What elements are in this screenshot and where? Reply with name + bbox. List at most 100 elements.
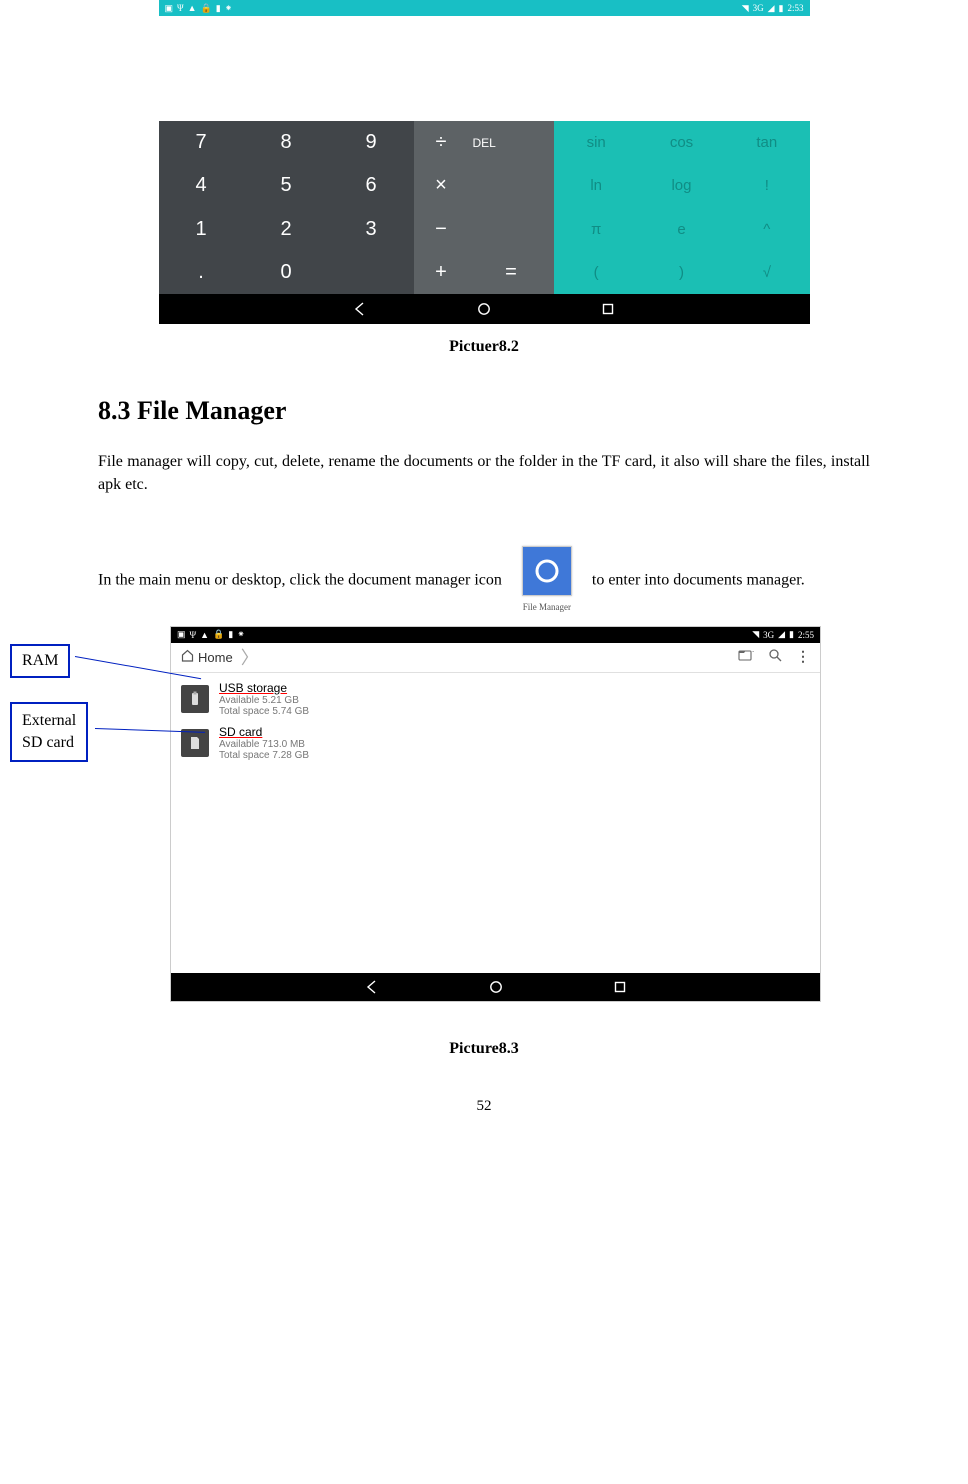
network-label: 3G [763,630,774,640]
callout-ram: RAM [10,644,70,678]
chevron-right-icon: 〉 [241,644,259,670]
clock-label: 2:55 [798,630,814,640]
fm-status-bar: ▣ Ψ ▲ 🔒 ▮ ⁕ ◥ 3G ◢ ▮ 2:55 [171,627,820,643]
key-lparen[interactable]: ( [554,251,639,294]
wifi-icon: ◥ [752,629,759,640]
operators-pad: ÷ DEL × − + = [414,121,554,294]
key-9[interactable]: 9 [329,121,414,164]
op-empty-1 [469,164,554,207]
key-empty [329,251,414,294]
key-pow[interactable]: ^ [724,208,809,251]
signal-icon: ◢ [768,3,775,14]
clock-label: 2:53 [787,3,803,13]
para2-post: to enter into documents manager. [592,572,805,589]
key-multiply[interactable]: × [414,164,469,207]
breadcrumb-home[interactable]: Home 〉 [181,644,259,670]
usb-total: Total space 5.74 GB [219,706,309,717]
usb-icon: Ψ [177,3,184,13]
key-2[interactable]: 2 [244,208,329,251]
calculator-keypad: 7 8 9 4 5 6 1 2 3 . 0 ÷ DEL × − + [159,121,810,294]
key-3[interactable]: 3 [329,208,414,251]
key-delete[interactable]: DEL [469,121,554,164]
figure-caption-2: Picture8.3 [0,1040,968,1058]
wifi-icon: ◥ [742,3,749,14]
debug-icon: ⁕ [225,3,233,14]
recents-icon[interactable] [601,302,615,316]
search-icon[interactable] [768,648,782,667]
fm-body: USB storage Available 5.21 GB Total spac… [171,673,820,973]
back-icon[interactable] [365,980,379,994]
bookmark-icon: ▮ [228,629,233,640]
key-sqrt[interactable]: √ [724,251,809,294]
key-7[interactable]: 7 [159,121,244,164]
key-divide[interactable]: ÷ [414,121,469,164]
sd-title: SD card [219,725,309,739]
file-manager-app-icon: File Manager [512,546,582,615]
square-icon: ▣ [165,3,174,14]
paragraph-2: In the main menu or desktop, click the d… [98,546,870,615]
usb-title: USB storage [219,681,309,695]
key-e[interactable]: e [639,208,724,251]
battery-icon: ▮ [789,629,794,640]
key-sin[interactable]: sin [554,121,639,164]
key-equals[interactable]: = [469,251,554,294]
calculator-display[interactable] [159,16,810,121]
key-0[interactable]: 0 [244,251,329,294]
figure-caption-1: Pictuer8.2 [0,338,968,356]
key-pi[interactable]: π [554,208,639,251]
key-4[interactable]: 4 [159,164,244,207]
key-1[interactable]: 1 [159,208,244,251]
usb-icon: Ψ [190,630,197,640]
file-manager-icon [522,546,572,596]
svg-text:+: + [752,648,754,656]
key-dot[interactable]: . [159,251,244,294]
sd-avail: Available 713.0 MB [219,739,309,750]
section-heading: 8.3 File Manager [98,396,870,426]
callout-sd: External SD card [10,702,88,763]
callout-sd-l1: External [22,710,76,732]
usb-storage-row[interactable]: USB storage Available 5.21 GB Total spac… [171,677,820,721]
battery-icon: ▮ [779,3,784,14]
add-folder-icon[interactable]: + [738,648,754,667]
lock-icon: 🔒 [213,629,224,640]
breadcrumb-label: Home [198,650,233,665]
android-status-bar: ▣ Ψ ▲ 🔒 ▮ ⁕ ◥ 3G ◢ ▮ 2:53 [159,0,810,16]
file-manager-screenshot: ▣ Ψ ▲ 🔒 ▮ ⁕ ◥ 3G ◢ ▮ 2:55 [170,626,821,1002]
file-manager-figure: RAM External SD card ▣ Ψ ▲ 🔒 ▮ ⁕ ◥ 3G [0,626,968,1036]
key-cos[interactable]: cos [639,121,724,164]
sd-total: Total space 7.28 GB [219,750,309,761]
network-label: 3G [753,3,764,13]
home-icon[interactable] [489,980,503,994]
android-navbar [159,294,810,324]
key-ln[interactable]: ln [554,164,639,207]
square-icon: ▣ [177,629,186,640]
fm-navbar [171,973,820,1001]
key-8[interactable]: 8 [244,121,329,164]
key-plus[interactable]: + [414,251,469,294]
page-number: 52 [0,1098,968,1115]
op-empty-2 [469,208,554,251]
overflow-icon[interactable]: ⋮ [796,649,810,666]
key-6[interactable]: 6 [329,164,414,207]
key-5[interactable]: 5 [244,164,329,207]
para2-pre: In the main menu or desktop, click the d… [98,572,502,589]
debug-icon: ⁕ [237,629,245,640]
recents-icon[interactable] [613,980,627,994]
paragraph-1: File manager will copy, cut, delete, ren… [98,450,870,496]
back-icon[interactable] [353,302,367,316]
usb-avail: Available 5.21 GB [219,695,309,706]
alert-icon: ▲ [188,3,197,13]
callout-sd-l2: SD card [22,732,76,754]
home-icon[interactable] [477,302,491,316]
key-rparen[interactable]: ) [639,251,724,294]
key-tan[interactable]: tan [724,121,809,164]
usb-drive-icon [181,685,209,713]
key-log[interactable]: log [639,164,724,207]
fm-breadcrumb-bar: Home 〉 + ⋮ [171,643,820,673]
app-icon-label: File Manager [523,602,571,612]
key-minus[interactable]: − [414,208,469,251]
sd-card-row[interactable]: SD card Available 713.0 MB Total space 7… [171,721,820,765]
numpad: 7 8 9 4 5 6 1 2 3 . 0 [159,121,414,294]
alert-icon: ▲ [200,630,209,640]
key-fact[interactable]: ! [724,164,809,207]
